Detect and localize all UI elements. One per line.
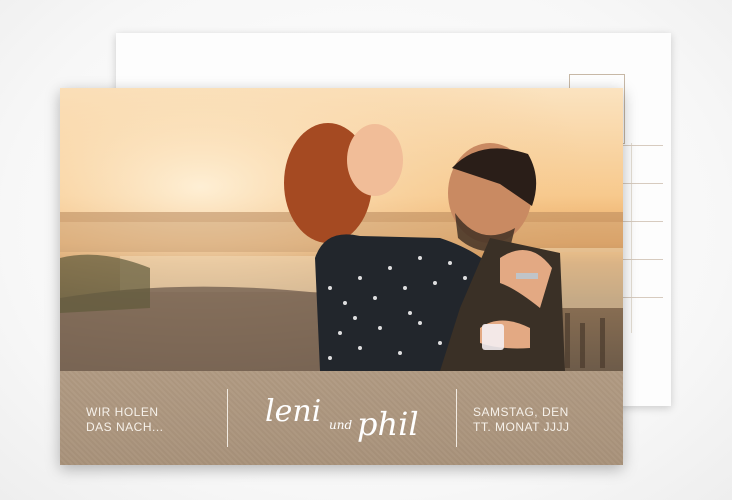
- intro-line-2: DAS NACH...: [86, 420, 164, 434]
- address-line: [623, 259, 663, 260]
- second-name: phil: [357, 405, 419, 443]
- first-name: leni: [265, 394, 321, 429]
- address-line: [623, 221, 663, 222]
- date-text: SAMSTAG, DEN TT. MONAT JJJJ: [473, 405, 613, 435]
- intro-text: WIR HOLEN DAS NACH...: [86, 405, 226, 435]
- photo-illustration: [60, 88, 623, 371]
- text-band: WIR HOLEN DAS NACH... leni und phil SAMS…: [60, 371, 623, 465]
- postcard-divider: [631, 143, 632, 333]
- couple-names: leni und phil: [235, 383, 455, 453]
- band-divider-left: [227, 389, 228, 447]
- product-preview: WIR HOLEN DAS NACH... leni und phil SAMS…: [0, 0, 732, 500]
- postcard-front: WIR HOLEN DAS NACH... leni und phil SAMS…: [60, 88, 623, 465]
- address-line: [623, 183, 663, 184]
- name-connector: und: [329, 418, 352, 432]
- address-line: [623, 145, 663, 146]
- date-line-2: TT. MONAT JJJJ: [473, 420, 570, 434]
- address-line: [623, 297, 663, 298]
- intro-line-1: WIR HOLEN: [86, 405, 159, 419]
- couple-photo: [60, 88, 623, 371]
- date-line-1: SAMSTAG, DEN: [473, 405, 569, 419]
- band-divider-right: [456, 389, 457, 447]
